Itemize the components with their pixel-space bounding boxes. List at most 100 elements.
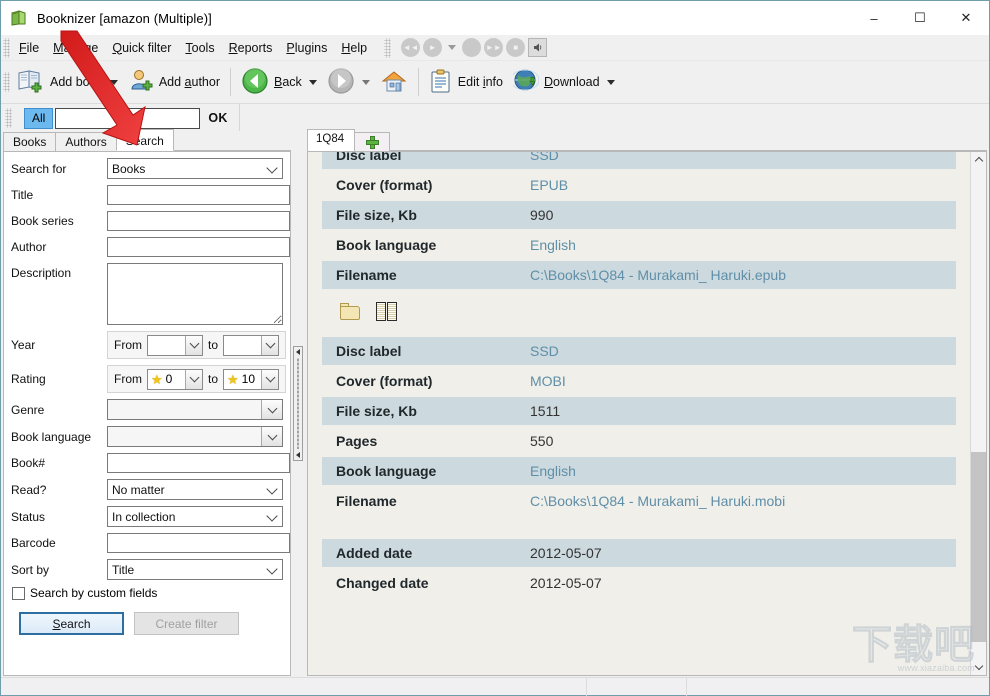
sort-by-select[interactable]: Title bbox=[107, 559, 283, 580]
rating-from-select[interactable]: ★ 0 bbox=[147, 369, 203, 390]
open-book-icon[interactable] bbox=[376, 302, 398, 322]
home-button[interactable] bbox=[375, 63, 413, 101]
rating-to-chevron-icon[interactable] bbox=[261, 370, 278, 389]
menu-manage[interactable]: Manage bbox=[46, 38, 105, 58]
menu-tools[interactable]: Tools bbox=[178, 38, 221, 58]
back-caret-icon[interactable] bbox=[309, 80, 317, 85]
star-icon: ★ bbox=[151, 373, 163, 386]
download-caret-icon[interactable] bbox=[607, 80, 615, 85]
search-for-select[interactable]: Books bbox=[107, 158, 283, 179]
barcode-input[interactable] bbox=[107, 533, 290, 553]
forward-icon[interactable]: ►► bbox=[484, 38, 503, 57]
edit-info-button[interactable]: Edit info bbox=[424, 63, 508, 101]
title-input[interactable] bbox=[107, 185, 290, 205]
detail-key: Added date bbox=[322, 539, 522, 567]
detail-value[interactable]: SSD bbox=[522, 152, 956, 169]
filter-all-button[interactable]: All bbox=[24, 108, 53, 129]
menu-quick-filter[interactable]: Quick filter bbox=[105, 38, 178, 58]
tab-search[interactable]: Search bbox=[116, 129, 174, 151]
custom-fields-checkbox-row[interactable]: Search by custom fields bbox=[12, 586, 283, 600]
menu-reports[interactable]: Reports bbox=[222, 38, 280, 58]
book-series-input[interactable] bbox=[107, 211, 290, 231]
tab-books[interactable]: Books bbox=[3, 132, 56, 151]
tab-1q84[interactable]: 1Q84 bbox=[307, 129, 355, 151]
status-select[interactable]: In collection bbox=[107, 506, 283, 527]
genre-select[interactable] bbox=[107, 399, 283, 420]
year-to-select[interactable] bbox=[223, 335, 279, 356]
book-language-chevron-icon[interactable] bbox=[261, 427, 282, 446]
field-author: Author bbox=[11, 237, 283, 257]
author-input[interactable] bbox=[107, 237, 290, 257]
detail-value[interactable]: MOBI bbox=[522, 367, 956, 395]
menu-plugins[interactable]: Plugins bbox=[279, 38, 334, 58]
add-author-button[interactable]: Add author bbox=[123, 63, 225, 101]
detail-row: Book language English bbox=[322, 456, 956, 486]
folder-icon[interactable] bbox=[340, 303, 362, 321]
menu-help[interactable]: Help bbox=[334, 38, 374, 58]
description-textarea[interactable] bbox=[107, 263, 283, 325]
detail-key: Cover (format) bbox=[322, 367, 522, 395]
rating-to-select[interactable]: ★ 10 bbox=[223, 369, 279, 390]
panel-splitter[interactable] bbox=[293, 346, 303, 461]
quickbar-grip[interactable] bbox=[5, 108, 12, 128]
back-button[interactable]: Back bbox=[236, 63, 322, 101]
scrollbar-thumb[interactable] bbox=[971, 452, 987, 642]
close-button[interactable]: ✕ bbox=[943, 1, 989, 35]
media-grip[interactable] bbox=[384, 38, 391, 58]
record-icon[interactable] bbox=[462, 38, 481, 57]
search-button[interactable]: Search bbox=[19, 612, 124, 635]
forward-caret-icon[interactable] bbox=[362, 80, 370, 85]
custom-fields-checkbox[interactable] bbox=[12, 587, 25, 600]
rating-from-chevron-icon[interactable] bbox=[185, 370, 202, 389]
dropdown-caret-icon[interactable] bbox=[448, 45, 456, 50]
scroll-down-button[interactable] bbox=[971, 659, 987, 675]
tab-authors[interactable]: Authors bbox=[55, 132, 116, 151]
detail-value[interactable]: EPUB bbox=[522, 171, 956, 199]
minimize-button[interactable]: – bbox=[851, 1, 897, 35]
rewind-icon[interactable]: ◄◄ bbox=[401, 38, 420, 57]
read-select[interactable]: No matter bbox=[107, 479, 283, 500]
edit-info-icon bbox=[429, 68, 453, 97]
splitter-collapse-icon-2[interactable] bbox=[296, 452, 300, 458]
splitter-collapse-icon[interactable] bbox=[296, 349, 300, 355]
genre-chevron-icon[interactable] bbox=[261, 400, 282, 419]
menu-file[interactable]: File bbox=[12, 38, 46, 58]
download-button[interactable]: Download bbox=[508, 63, 620, 101]
add-book-button[interactable]: Add book bbox=[12, 63, 123, 101]
detail-value: 550 bbox=[522, 427, 956, 455]
detail-value[interactable]: English bbox=[522, 457, 956, 485]
quick-search-input[interactable] bbox=[55, 108, 200, 129]
toolbar-grip[interactable] bbox=[3, 72, 10, 92]
year-to-label: to bbox=[208, 338, 218, 352]
menu-tools-label: ools bbox=[192, 41, 215, 55]
detail-value[interactable]: C:\Books\1Q84 - Murakami_ Haruki.epub bbox=[522, 261, 956, 289]
book-number-input[interactable] bbox=[107, 453, 290, 473]
field-status: Status In collection bbox=[11, 506, 283, 527]
stop-icon[interactable]: ■ bbox=[506, 38, 525, 57]
add-book-caret-icon[interactable] bbox=[110, 80, 118, 85]
detail-row: Book language English bbox=[322, 230, 956, 260]
field-description: Description bbox=[11, 263, 283, 325]
field-barcode: Barcode bbox=[11, 533, 283, 553]
read-value: No matter bbox=[112, 483, 165, 497]
detail-value[interactable]: C:\Books\1Q84 - Murakami_ Haruki.mobi bbox=[522, 487, 956, 515]
speaker-icon[interactable] bbox=[528, 38, 547, 57]
detail-value[interactable]: English bbox=[522, 231, 956, 259]
add-tab-button[interactable] bbox=[354, 132, 390, 151]
maximize-button[interactable]: ☐ bbox=[897, 1, 943, 35]
search-for-label: Search for bbox=[11, 162, 107, 176]
book-tab-filler bbox=[390, 131, 987, 151]
scroll-up-button[interactable] bbox=[971, 152, 987, 168]
year-to-chevron-icon[interactable] bbox=[261, 336, 278, 355]
book-language-select[interactable] bbox=[107, 426, 283, 447]
forward-button[interactable] bbox=[322, 63, 375, 101]
menu-grip[interactable] bbox=[3, 38, 10, 58]
year-from-select[interactable] bbox=[147, 335, 203, 356]
detail-value[interactable]: SSD bbox=[522, 337, 956, 365]
details-vertical-scrollbar[interactable] bbox=[970, 152, 986, 675]
quick-search-ok-button[interactable]: OK bbox=[208, 111, 227, 125]
status-cell-3 bbox=[687, 678, 989, 696]
year-from-chevron-icon[interactable] bbox=[185, 336, 202, 355]
create-filter-button[interactable]: Create filter bbox=[134, 612, 239, 635]
play-icon[interactable]: ► bbox=[423, 38, 442, 57]
